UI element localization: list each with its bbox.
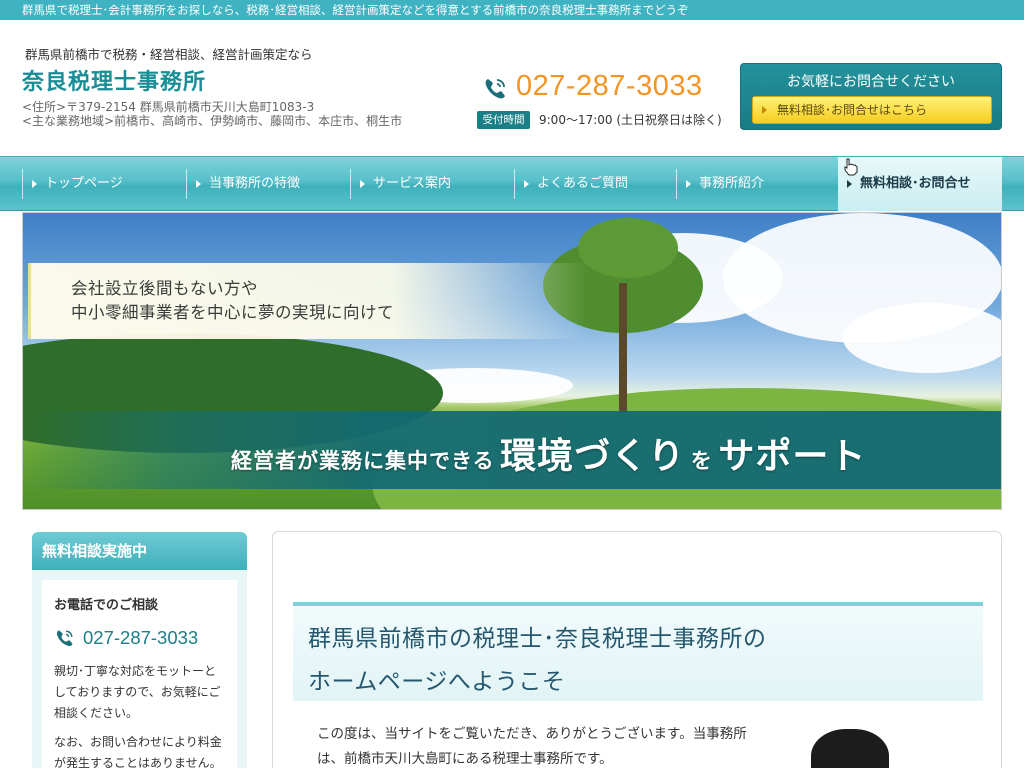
- slogan-part3: を: [690, 449, 713, 473]
- free-consultation-button[interactable]: 無料相談･お問合せはこちら: [752, 96, 992, 124]
- tree-crown: [578, 218, 678, 278]
- contact-box: お気軽にお問合せください 無料相談･お問合せはこちら: [740, 63, 1002, 130]
- hero-slogan: 経営者が業務に集中できる 環境づくり を サポート: [231, 427, 866, 479]
- hand-cursor-icon: [844, 158, 858, 176]
- director-portrait: [793, 727, 903, 768]
- slogan-part1: 経営者が業務に集中できる: [231, 449, 495, 473]
- sidebar-consultation: 無料相談実施中 お電話でのご相談 027-287-3033 親切･丁寧な対応をモ…: [32, 532, 247, 768]
- phone-icon: [485, 79, 505, 99]
- sidebar-body: お電話でのご相談 027-287-3033 親切･丁寧な対応をモットーとしており…: [32, 570, 247, 768]
- sidebar-heading: 無料相談実施中: [32, 532, 247, 570]
- sidebar-card: お電話でのご相談 027-287-3033 親切･丁寧な対応をモットーとしており…: [42, 580, 237, 768]
- hero-caption-line1: 会社設立後間もない方や: [71, 279, 258, 298]
- welcome-text: この度は、当サイトをご覧いただき、ありがとうございます。当事務所は、前橋市天川大…: [317, 726, 747, 767]
- main-nav: トップページ 当事務所の特徴 サービス案内 よくあるご質問 事務所紹介 無料相談…: [0, 156, 1024, 211]
- hero-caption-line2: 中小零細事業者を中心に夢の実現に向けて: [71, 303, 394, 322]
- top-banner: 群馬県で税理士･会計事務所をお探しなら、税務･経営相談、経営計画策定などを得意と…: [0, 0, 1024, 20]
- nav-item-contact[interactable]: 無料相談･お問合せ: [838, 157, 1002, 211]
- welcome-heading: 群馬県前橋市の税理士･奈良税理士事務所の ホームページへようこそ: [308, 618, 767, 704]
- slogan-part2: 環境づくり: [500, 436, 686, 477]
- hours-badge: 受付時間: [477, 111, 530, 129]
- sidebar-text: 親切･丁寧な対応をモットーとしておりますので、お気軽にご相談ください。: [54, 664, 221, 720]
- business-hours: 9:00～17:00 (土日祝祭日は除く): [539, 113, 722, 127]
- cloud-shape: [843, 303, 1001, 373]
- sidebar-phone[interactable]: 027-287-3033: [54, 627, 225, 651]
- sidebar-phone-title: お電話でのご相談: [54, 598, 159, 613]
- slogan-part4: サポート: [718, 436, 867, 477]
- site-header: 群馬県前橋市で税務・経営相談、経営計画策定なら 奈良税理士事務所 <住所>〒37…: [0, 20, 1024, 156]
- tree-trunk: [619, 283, 627, 413]
- service-area-line: <主な業務地域>前橋市、高崎市、伊勢崎市、藤岡市、本庄市、桐生市: [22, 114, 403, 128]
- nav-item-about[interactable]: 事務所紹介: [676, 169, 838, 199]
- hero-caption: 会社設立後間もない方や 中小零細事業者を中心に夢の実現に向けて: [71, 277, 394, 325]
- site-title[interactable]: 奈良税理士事務所: [22, 64, 206, 96]
- hero-banner: 会社設立後間もない方や 中小零細事業者を中心に夢の実現に向けて 経営者が業務に集…: [22, 212, 1002, 510]
- main-content: 群馬県前橋市の税理士･奈良税理士事務所の ホームページへようこそ この度は、当サ…: [272, 531, 1002, 768]
- nav-item-faq[interactable]: よくあるご質問: [514, 169, 676, 199]
- portrait-hair: [811, 729, 889, 768]
- welcome-heading-box: 群馬県前橋市の税理士･奈良税理士事務所の ホームページへようこそ: [293, 602, 983, 701]
- nav-item-top[interactable]: トップページ: [22, 169, 186, 199]
- phone-icon: [56, 630, 73, 647]
- address-line: <住所>〒379-2154 群馬県前橋市天川大島町1083-3: [22, 100, 315, 114]
- address-block: <住所>〒379-2154 群馬県前橋市天川大島町1083-3 <主な業務地域>…: [22, 100, 402, 128]
- sidebar-note: なお、お問い合わせにより料金が発生することはありません。: [54, 735, 222, 768]
- nav-item-services[interactable]: サービス案内: [350, 169, 514, 199]
- header-tagline: 群馬県前橋市で税務・経営相談、経営計画策定なら: [25, 47, 313, 62]
- hero-caption-box: 会社設立後間もない方や 中小零細事業者を中心に夢の実現に向けて: [28, 263, 588, 339]
- welcome-heading-line1: 群馬県前橋市の税理士･奈良税理士事務所の: [308, 626, 767, 652]
- welcome-heading-line2: ホームページへようこそ: [308, 669, 566, 695]
- sidebar-phone-number[interactable]: 027-287-3033: [83, 627, 198, 649]
- contact-box-title: お気軽にお問合せください: [787, 74, 955, 90]
- header-phone-number[interactable]: 027-287-3033: [516, 70, 703, 103]
- nav-item-features[interactable]: 当事務所の特徴: [186, 169, 350, 199]
